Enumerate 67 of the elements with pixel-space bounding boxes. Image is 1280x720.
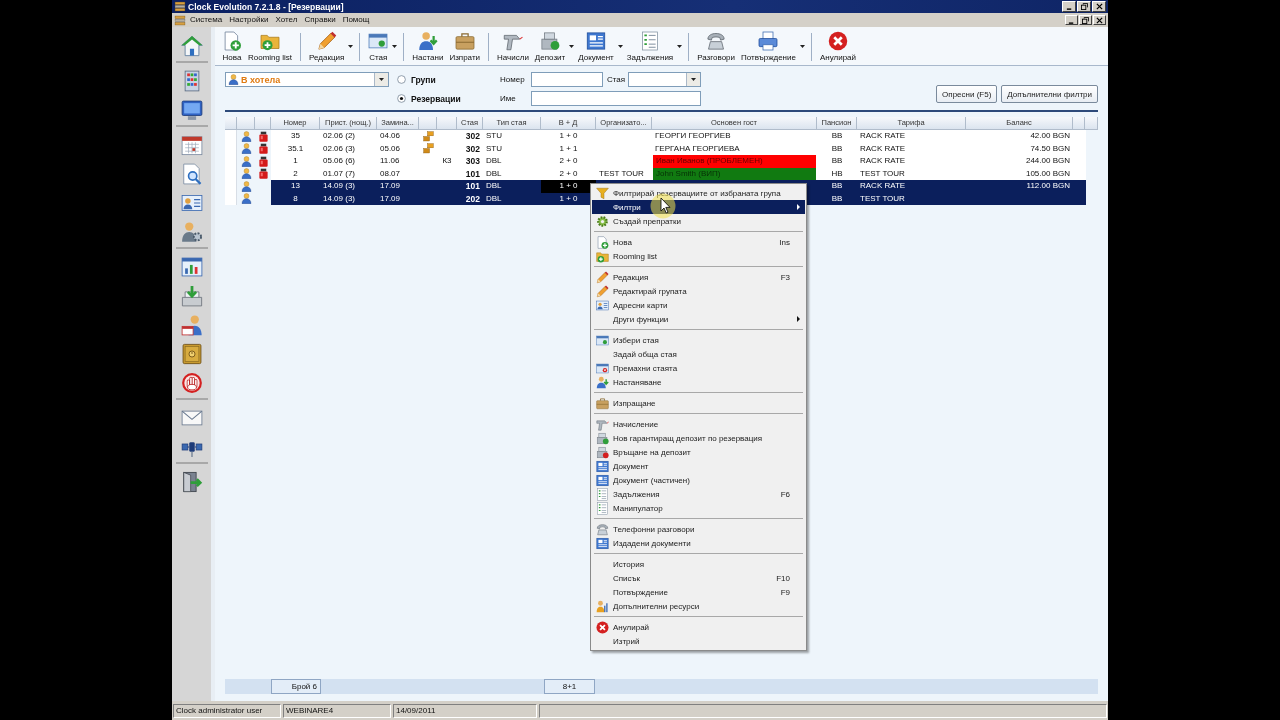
table-cell-text: TEST TOUR bbox=[598, 167, 645, 180]
table-cell-text: 303 bbox=[464, 155, 481, 168]
table-cell-text: DBL bbox=[485, 180, 503, 192]
table-cell-text: 2 bbox=[292, 167, 299, 180]
table-cell-text: RACK RATE bbox=[859, 155, 907, 167]
table-cell-text: 202 bbox=[464, 192, 481, 205]
table-cell-text: TEST TOUR bbox=[859, 192, 906, 205]
status-panel: 14/09/2011 bbox=[393, 703, 537, 718]
table-cell: 1 + 0 bbox=[541, 180, 596, 193]
summary-cell: Брой 6 bbox=[271, 679, 321, 694]
table-cell-text: 01.07 (7) bbox=[322, 167, 357, 180]
table-cell-text: 105.00 BGN bbox=[1024, 167, 1071, 180]
table-cell-text: 08.07 bbox=[379, 167, 402, 180]
table-cell-text: 112.00 BGN bbox=[1025, 180, 1071, 192]
table-cell-text: 17.09 bbox=[379, 192, 402, 205]
table-cell-text: 05.06 (6) bbox=[322, 155, 357, 167]
table-cell-text: RACK RATE bbox=[859, 142, 907, 155]
status-panel: Clock administrator user bbox=[173, 703, 281, 718]
table-cell-text: 74.50 BGN bbox=[1029, 142, 1071, 155]
table-cell-text: BB bbox=[830, 180, 844, 192]
table-cell-text: TEST TOUR bbox=[859, 167, 906, 180]
table-cell-text: 101 bbox=[464, 167, 481, 180]
table-cell-text: 42.00 BGN bbox=[1029, 130, 1071, 142]
table-cell-text: 14.09 (3) bbox=[322, 192, 357, 205]
table-cell-text: 14.09 (3) bbox=[322, 180, 357, 192]
field-label: Номер bbox=[500, 75, 525, 84]
table-cell-text: 101 bbox=[464, 180, 481, 193]
table-cell-text: RACK RATE bbox=[859, 180, 907, 192]
table-cell-text: DBL bbox=[485, 192, 503, 205]
table-cell-text: 1 + 0 bbox=[558, 130, 579, 142]
table-cell-text: К3 bbox=[441, 155, 453, 167]
table-cell-text: STU bbox=[485, 130, 503, 142]
table-cell-text: 02.06 (3) bbox=[322, 142, 357, 155]
window-title: Clock Evolution 7.2.1.8 - [Резервации] bbox=[188, 1, 344, 12]
table-cell-text: 04.06 bbox=[379, 130, 402, 142]
table-cell-text: STU bbox=[485, 142, 503, 155]
table-cell-text: 35.1 bbox=[286, 142, 305, 155]
table-cell-text: 11.06 bbox=[379, 155, 401, 167]
table-cell-text: 13 bbox=[290, 180, 301, 192]
table-cell-text: BB bbox=[830, 192, 844, 205]
table-cell-text: 302 bbox=[464, 130, 481, 143]
field-label: Име bbox=[500, 94, 516, 103]
table-cell-text: DBL bbox=[485, 155, 503, 167]
table-cell-text: 02.06 (2) bbox=[322, 130, 357, 142]
table-cell-text: ГЕОРГИ ГЕОРГИЕВ bbox=[654, 130, 732, 142]
table-cell-text: RACK RATE bbox=[859, 130, 907, 142]
table-cell-text: ГЕРГАНА ГЕОРГИЕВА bbox=[654, 142, 741, 155]
table-cell-text: 17.09 bbox=[379, 180, 402, 192]
table-cell-text: 35 bbox=[290, 130, 301, 142]
table-cell-text: 8 bbox=[292, 192, 299, 205]
table-cell-text: 302 bbox=[464, 142, 481, 155]
table-cell-text: BB bbox=[830, 142, 844, 155]
table-cell-text: 2 + 0 bbox=[558, 167, 579, 180]
table-cell-text: BB bbox=[830, 155, 844, 167]
table-cell-text: 1 bbox=[292, 155, 299, 167]
table-cell-text: 1 + 0 bbox=[558, 192, 579, 205]
table-cell: Иван Иванов (ПРОБЛЕМЕН) bbox=[653, 155, 816, 168]
table-cell-text: 05.06 bbox=[379, 142, 402, 155]
table-cell-text: 1 + 1 bbox=[558, 142, 579, 155]
status-panel: WEBINARE4 bbox=[283, 703, 391, 718]
field-label: Стая bbox=[606, 75, 626, 84]
table-cell-text: DBL bbox=[485, 167, 503, 180]
table-cell-text: 2 + 0 bbox=[558, 155, 579, 167]
summary-cell: 8+1 bbox=[544, 679, 595, 694]
table-cell-text: HB bbox=[830, 167, 844, 180]
table-cell-text: BB bbox=[830, 130, 844, 142]
table-cell-text: 244.00 BGN bbox=[1024, 155, 1071, 167]
